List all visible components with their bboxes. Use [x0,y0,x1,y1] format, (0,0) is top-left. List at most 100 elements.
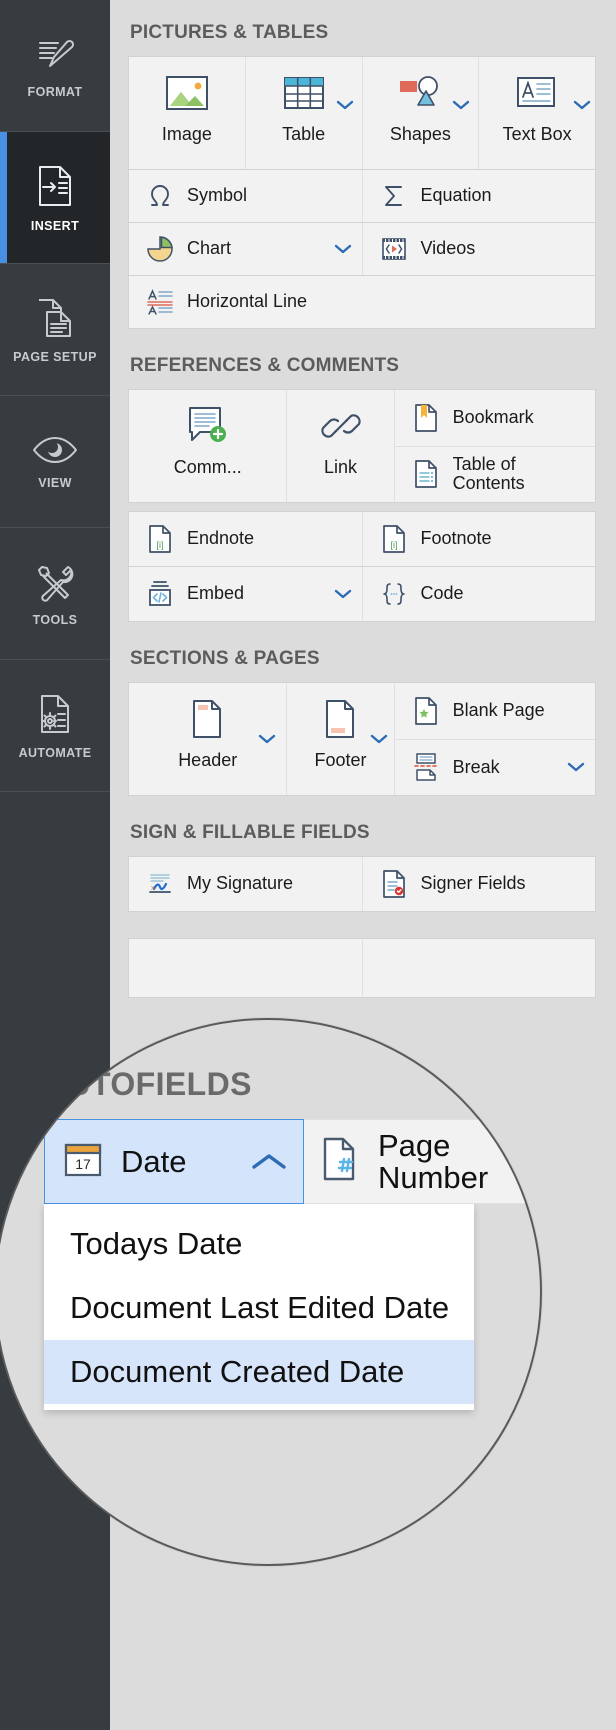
group-sections-pages: SECTIONS & PAGES Header Footer Blank Pag… [128,648,596,796]
sidebar-item-tools[interactable]: TOOLS [0,528,110,660]
sidebar-item-automate[interactable]: AUTOMATE [0,660,110,792]
button-label: Code [420,583,464,604]
insert-comment-tile[interactable]: Comm... [129,390,288,502]
chevron-down-icon[interactable] [452,99,470,111]
references-tiles-row: Comm... Link Bookmark Table of Contents [128,389,596,503]
pictures-tiles-row: Image Table Shapes Text Box [128,56,596,170]
autofields-row: 17 Date Page Number [44,1119,540,1205]
sidebar-item-insert[interactable]: INSERT [0,132,110,264]
chevron-down-icon[interactable] [334,588,352,600]
button-label: Footnote [420,528,492,549]
insert-document-icon [34,163,76,209]
wrench-screwdriver-icon [34,561,76,603]
insert-chart-button[interactable]: Chart [129,223,363,275]
signer-fields-icon [379,869,409,899]
insert-equation-button[interactable]: Equation [362,170,595,222]
magnifier-overlay: AUTOFIELDS 17 Date Page Number Todays Da… [0,1018,542,1566]
group-references-comments: REFERENCES & COMMENTS Comm... Link Bookm… [128,355,596,622]
sections-tiles-row: Header Footer Blank Page Break [128,682,596,796]
insert-break-button[interactable]: Break [394,739,595,795]
chevron-down-icon[interactable] [336,99,354,111]
insert-footer-tile[interactable]: Footer [287,683,395,795]
button-label: Table of Contents [452,454,525,494]
image-icon [164,69,210,117]
button-label: Endnote [187,528,255,549]
pages-stack-icon [34,296,76,340]
insert-table-tile[interactable]: Table [245,57,363,169]
insert-code-button[interactable]: Code [362,567,595,621]
tile-label: Link [324,457,358,477]
menu-item-todays-date[interactable]: Todays Date [44,1212,474,1276]
button-label: Break [452,756,500,777]
sidebar-item-view[interactable]: VIEW [0,396,110,528]
footnote-icon: [i] [379,524,409,554]
button-label: Horizontal Line [187,291,308,312]
page-number-icon [320,1136,362,1187]
insert-footnote-button[interactable]: [i] Footnote [362,512,595,566]
calendar-17-icon: 17 [63,1139,103,1184]
tile-label: Shapes [389,124,451,144]
tile-label: Comm... [173,457,242,477]
document-gear-icon [34,692,76,736]
header-page-icon [188,695,228,743]
sidebar-item-label: INSERT [30,218,80,233]
menu-item-document-created-date[interactable]: Document Created Date [44,1340,474,1405]
insert-link-tile[interactable]: Link [287,390,395,502]
insert-embed-button[interactable]: Embed [129,567,363,621]
insert-table-of-contents-button[interactable]: Table of Contents [394,446,595,502]
comment-add-icon [185,402,231,450]
button-label: My Signature [187,873,294,894]
chevron-down-icon[interactable] [370,733,388,745]
date-button-label: Date [121,1143,187,1179]
chevron-up-icon[interactable] [249,1150,289,1174]
references-stack: Bookmark Table of Contents [394,390,595,502]
insert-image-tile[interactable]: Image [129,57,246,169]
insert-bookmark-button[interactable]: Bookmark [394,390,595,447]
page-break-icon [411,752,441,782]
button-label: Equation [420,185,492,206]
insert-header-tile[interactable]: Header [129,683,288,795]
tile-label: Table [282,124,326,144]
chevron-down-icon[interactable] [573,99,591,111]
insert-shapes-tile[interactable]: Shapes [362,57,480,169]
text-box-icon [514,69,560,117]
chevron-down-icon[interactable] [334,243,352,255]
button-label: Symbol [187,185,248,206]
endnote-footnote-row: [i] Endnote [i] Footnote [128,511,596,567]
blank-page-icon [411,696,441,726]
autofields-underlying-left[interactable] [129,939,363,997]
chevron-down-icon[interactable] [567,761,585,773]
shapes-icon [397,69,443,117]
group-title: SIGN & FILLABLE FIELDS [130,822,370,843]
signature-row: x My Signature Signer Fields [128,856,596,912]
menu-item-document-last-edited-date[interactable]: Document Last Edited Date [44,1276,474,1340]
tile-label: Header [178,750,238,770]
horizontal-line-icon [145,289,175,315]
bookmark-page-icon [411,403,441,433]
group-title: REFERENCES & COMMENTS [130,355,400,376]
button-label: Embed [187,583,245,604]
page-number-button-label: Page Number [377,1128,489,1195]
date-dropdown-button[interactable]: 17 Date [44,1119,304,1205]
symbol-equation-row: Symbol Equation [128,170,596,223]
insert-videos-button[interactable]: Videos [362,223,595,275]
endnote-icon: [i] [145,524,175,554]
insert-text-box-tile[interactable]: Text Box [479,57,595,169]
sidebar-item-page-setup[interactable]: PAGE SETUP [0,264,110,396]
insert-horizontal-line-button[interactable]: Horizontal Line [129,276,595,328]
sidebar-item-format[interactable]: FORMAT [0,0,110,132]
insert-endnote-button[interactable]: [i] Endnote [129,512,363,566]
insert-symbol-button[interactable]: Symbol [129,170,363,222]
autofields-title: AUTOFIELDS [44,1066,252,1102]
insert-signer-fields-button[interactable]: Signer Fields [362,857,595,911]
autofields-underlying-right[interactable] [362,939,595,997]
insert-blank-page-button[interactable]: Blank Page [394,683,595,740]
insert-my-signature-button[interactable]: x My Signature [129,857,363,911]
eye-icon [31,434,79,466]
braces-icon [379,581,409,607]
chevron-down-icon[interactable] [258,733,276,745]
button-label: Chart [187,238,232,259]
page-number-dropdown-button[interactable]: Page Number [303,1119,540,1205]
group-pictures-tables: PICTURES & TABLES Image Table Shapes Tex… [128,22,596,329]
magnifier-content: AUTOFIELDS 17 Date Page Number Todays Da… [16,1066,540,1411]
